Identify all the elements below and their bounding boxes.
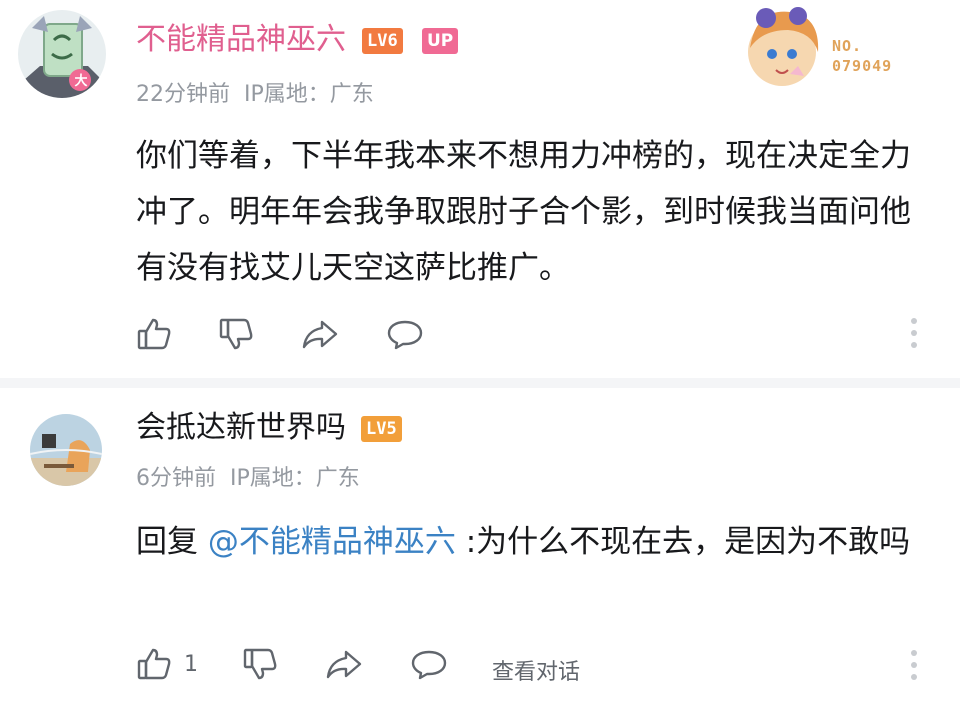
dislike-button[interactable] (218, 316, 254, 352)
reply-prefix: 回复 (136, 524, 208, 560)
divider (0, 378, 960, 388)
thumbs-up-icon (137, 318, 171, 350)
reply-button[interactable] (410, 646, 448, 682)
share-icon (326, 650, 362, 679)
ip-location: IP属地：广东 (244, 82, 374, 107)
username[interactable]: 会抵达新世界吗 (136, 410, 346, 446)
thumbs-down-icon (243, 648, 277, 680)
comment-time: 6分钟前 (136, 466, 216, 491)
thumbs-down-icon (219, 318, 253, 350)
share-button[interactable] (300, 316, 340, 352)
level-badge: LV6 (362, 28, 403, 54)
reply-text: :为什么不现在去，是因为不敢吗 (455, 524, 911, 560)
comment-text: 回复 @不能精品神巫六 :为什么不现在去，是因为不敢吗 (136, 514, 926, 570)
ip-location: IP属地：广东 (230, 466, 360, 491)
avatar[interactable]: 大 (18, 10, 106, 98)
mention-link[interactable]: @不能精品神巫六 (208, 524, 456, 560)
dislike-button[interactable] (242, 646, 278, 682)
comment-meta: 6分钟前 IP属地：广东 (136, 460, 360, 492)
avatar[interactable] (30, 414, 102, 486)
fan-number: NO. 079049 (832, 36, 892, 76)
more-options-icon[interactable] (908, 650, 920, 686)
avatar-badge: 大 (74, 74, 88, 89)
reply-button[interactable] (386, 316, 424, 352)
level-badge: LV5 (361, 416, 402, 442)
comment-meta: 22分钟前 IP属地：广东 (136, 76, 374, 108)
thumbs-up-icon (137, 648, 171, 680)
comment-icon (387, 320, 423, 350)
fan-number-value: 079049 (832, 57, 893, 75)
comment-item: 大 不能精品神巫六 LV6 UP NO. 079049 22分钟前 IP属地：广… (0, 0, 960, 378)
comment-text: 你们等着，下半年我本来不想用力冲榜的，现在决定全力冲了。明年年会我争取跟肘子合个… (136, 138, 911, 286)
username[interactable]: 不能精品神巫六 (136, 22, 346, 58)
like-button[interactable] (136, 316, 172, 352)
comment-icon (411, 650, 447, 680)
share-icon (302, 320, 338, 349)
more-options-icon[interactable] (908, 318, 920, 354)
like-count: 1 (184, 652, 198, 677)
like-button[interactable]: 1 (136, 646, 198, 682)
view-conversation-link[interactable]: 查看对话 (492, 654, 580, 686)
comment-item: 会抵达新世界吗 LV5 6分钟前 IP属地：广东 回复 @不能精品神巫六 :为什… (0, 388, 960, 721)
up-badge: UP (422, 28, 459, 54)
comment-time: 22分钟前 (136, 82, 230, 107)
fan-label: NO. (832, 37, 863, 55)
share-button[interactable] (324, 646, 364, 682)
